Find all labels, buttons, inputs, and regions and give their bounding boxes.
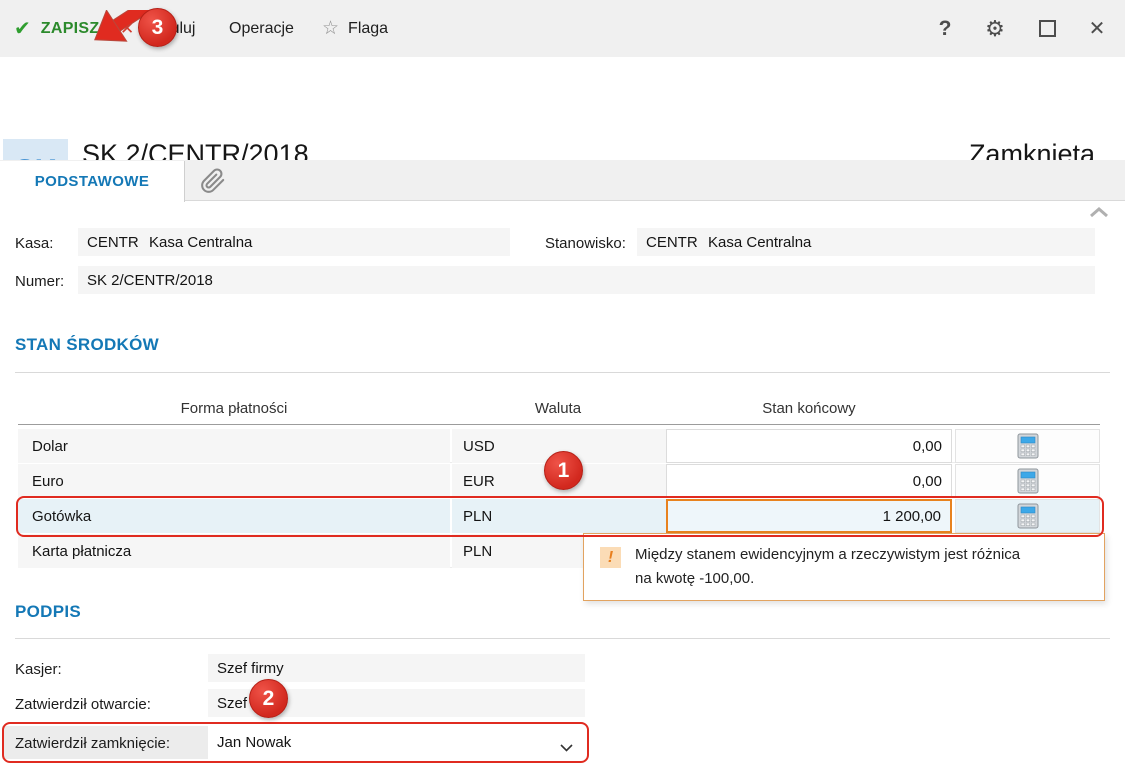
close-icon: ✕ bbox=[1089, 16, 1106, 41]
stanowisko-field[interactable]: CENTRKasa Centralna bbox=[637, 228, 1095, 256]
numer-label: Numer: bbox=[15, 273, 64, 290]
zatwierdzil-zamkniecie-dropdown[interactable]: Jan Nowak bbox=[208, 727, 585, 758]
section-podpis: PODPIS bbox=[15, 602, 81, 622]
annotation-badge-3: 3 bbox=[138, 8, 177, 47]
calculator-icon bbox=[1017, 433, 1039, 459]
chevron-down-icon bbox=[560, 739, 573, 756]
tab-attachments[interactable] bbox=[186, 161, 240, 201]
column-header-waluta: Waluta bbox=[452, 400, 664, 417]
operations-menu[interactable]: Operacje bbox=[229, 0, 294, 57]
calculator-button[interactable] bbox=[955, 464, 1100, 498]
kasa-field[interactable]: CENTRKasa Centralna bbox=[78, 228, 510, 256]
annotation-badge-1: 1 bbox=[544, 451, 583, 490]
divider bbox=[15, 372, 1110, 373]
settings-button[interactable]: ⚙ bbox=[978, 0, 1012, 57]
table-header-line bbox=[18, 424, 1100, 425]
annotation-badge-2: 2 bbox=[249, 679, 288, 718]
numer-field[interactable]: SK 2/CENTR/2018 bbox=[78, 266, 1095, 294]
operations-label: Operacje bbox=[229, 20, 294, 38]
divider bbox=[15, 638, 1110, 639]
calculator-button[interactable] bbox=[955, 429, 1100, 463]
document-header: SK SK 2/CENTR/2018 Kasa Centralna•firmy … bbox=[0, 57, 1125, 160]
help-button[interactable]: ? bbox=[928, 0, 962, 57]
flag-label: Flaga bbox=[348, 20, 388, 38]
close-button[interactable]: ✕ bbox=[1080, 0, 1114, 57]
amount-input-focused[interactable]: 1 200,00 bbox=[666, 499, 952, 533]
amount-input[interactable]: 0,00 bbox=[666, 464, 952, 498]
tab-podstawowe[interactable]: PODSTAWOWE bbox=[0, 161, 185, 202]
column-header-stan: Stan końcowy bbox=[666, 400, 952, 417]
warning-tooltip: ! Między stanem ewidencyjnym a rzeczywis… bbox=[583, 533, 1105, 601]
kasjer-label: Kasjer: bbox=[15, 661, 62, 678]
amount-input[interactable]: 0,00 bbox=[666, 429, 952, 463]
stanowisko-label: Stanowisko: bbox=[545, 235, 626, 252]
calculator-button[interactable] bbox=[955, 499, 1100, 533]
star-icon: ☆ bbox=[322, 17, 339, 40]
scroll-up-icon[interactable] bbox=[1088, 205, 1110, 223]
calculator-icon bbox=[1017, 503, 1039, 529]
maximize-icon bbox=[1039, 20, 1056, 37]
warning-icon: ! bbox=[600, 547, 621, 568]
check-icon: ✔ bbox=[14, 16, 31, 41]
warning-text: Między stanem ewidencyjnym a rzeczywisty… bbox=[635, 543, 1095, 591]
zatwierdzil-zamkniecie-label: Zatwierdził zamknięcie: bbox=[15, 735, 170, 752]
gear-icon: ⚙ bbox=[985, 16, 1005, 42]
maximize-button[interactable] bbox=[1030, 0, 1064, 57]
calculator-icon bbox=[1017, 468, 1039, 494]
flag-button[interactable]: ☆ Flaga bbox=[322, 0, 388, 57]
save-button[interactable]: ✔ ZAPISZ bbox=[14, 0, 99, 57]
section-stan-srodkow: STAN ŚRODKÓW bbox=[15, 335, 159, 355]
zatwierdzil-otwarcie-label: Zatwierdził otwarcie: bbox=[15, 696, 151, 713]
column-header-forma: Forma płatności bbox=[18, 400, 450, 417]
kasjer-field[interactable]: Szef firmy bbox=[208, 654, 585, 682]
save-button-label: ZAPISZ bbox=[41, 20, 100, 38]
paperclip-icon bbox=[200, 168, 226, 194]
kasa-label: Kasa: bbox=[15, 235, 53, 252]
table-row-gotowka[interactable]: Gotówka PLN 1 200,00 bbox=[18, 499, 1100, 533]
